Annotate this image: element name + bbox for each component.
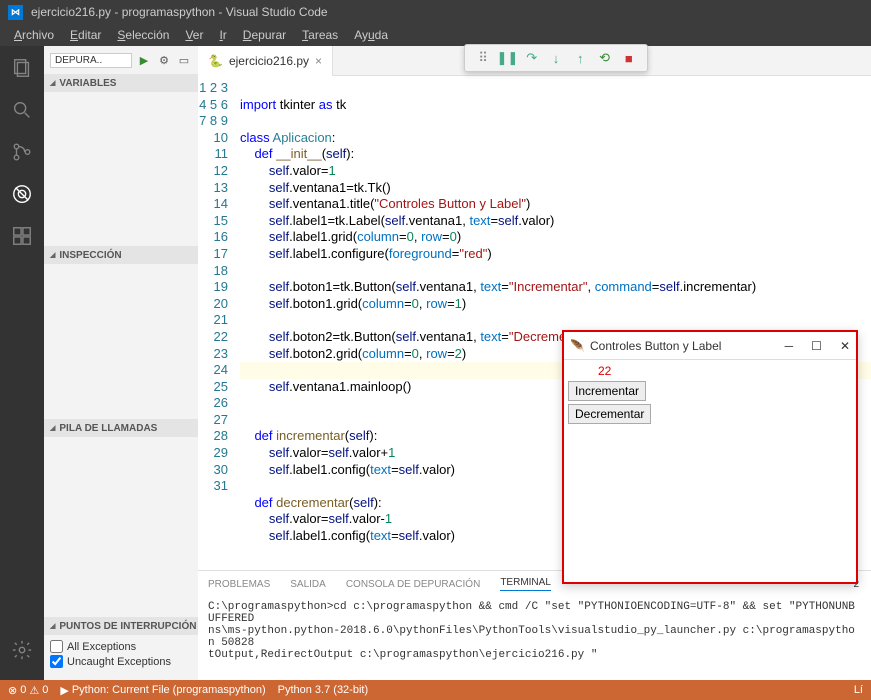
bp-all-exceptions[interactable]: All Exceptions [50,639,192,654]
settings-icon[interactable] [10,638,34,662]
bottom-panel: Problemas Salida Consola de depuración T… [198,570,871,680]
debug-sidebar: DEPURA.. ▶ ⚙ ▭ Variables Inspección Pila… [44,46,198,680]
maximize-icon[interactable]: ☐ [811,339,822,353]
status-bar: ⊗ 0 ⚠ 0 ▶ Python: Current File (programa… [0,680,871,700]
tk-increment-button[interactable]: Incrementar [568,381,646,401]
status-debug-config[interactable]: ▶ Python: Current File (programaspython) [60,684,265,697]
panel-tab-debug-console[interactable]: Consola de depuración [346,579,480,590]
restart-icon[interactable]: ⟲ [596,49,614,67]
tab-ejercicio216[interactable]: 🐍 ejercicio216.py × [198,46,333,76]
drag-handle-icon[interactable]: ⠿ [474,49,492,67]
bp-uncaught-exceptions[interactable]: Uncaught Exceptions [50,654,192,669]
step-over-icon[interactable]: ↷ [523,49,541,67]
section-inspection[interactable]: Inspección [44,246,198,264]
minimize-icon[interactable]: ─ [785,339,794,353]
explorer-icon[interactable] [10,56,34,80]
status-python[interactable]: Python 3.7 (32-bit) [278,684,369,696]
debug-toolbar: ⠿ ❚❚ ↷ ↓ ↑ ⟲ ■ [464,44,648,72]
close-icon[interactable]: ✕ [840,339,850,353]
debug-icon[interactable] [10,182,34,206]
debug-config-dropdown[interactable]: DEPURA.. [50,53,132,68]
section-breakpoints[interactable]: Puntos de interrupción [44,617,198,635]
panel-tab-problems[interactable]: Problemas [208,579,270,590]
tab-label: ejercicio216.py [229,54,309,68]
menu-ayuda[interactable]: Ayuda [346,28,396,42]
vscode-logo-icon: ⋈ [8,5,23,20]
tk-decrement-button[interactable]: Decrementar [568,404,651,424]
activity-bar [0,46,44,680]
status-errors[interactable]: ⊗ 0 ⚠ 0 [8,684,48,697]
step-into-icon[interactable]: ↓ [547,49,565,67]
panel-tab-output[interactable]: Salida [290,579,326,590]
title-bar: ⋈ ejercicio216.py - programaspython - Vi… [0,0,871,24]
tk-value-label: 22 [568,364,852,381]
menu-ir[interactable]: Ir [211,28,234,42]
pause-icon[interactable]: ❚❚ [498,49,516,67]
search-icon[interactable] [10,98,34,122]
menu-editar[interactable]: Editar [62,28,109,42]
debug-settings-icon[interactable]: ⚙ [156,52,172,68]
stop-icon[interactable]: ■ [620,49,638,67]
bp-uncaught-checkbox[interactable] [50,655,63,668]
tk-titlebar[interactable]: 🪶 Controles Button y Label ─ ☐ ✕ [564,332,856,360]
line-gutter: 1 2 3 4 5 6 7 8 9 10 11 12 13 14 15 16 1… [198,76,240,570]
tk-title-text: Controles Button y Label [590,339,721,353]
feather-icon: 🪶 [570,339,584,353]
extensions-icon[interactable] [10,224,34,248]
status-line-col[interactable]: Lí [854,684,863,696]
section-callstack[interactable]: Pila de llamadas [44,419,198,437]
menu-depurar[interactable]: Depurar [235,28,294,42]
window-title: ejercicio216.py - programaspython - Visu… [31,5,328,19]
menu-seleccion[interactable]: Selección [109,28,177,42]
python-file-icon: 🐍 [208,54,223,68]
debug-console-icon[interactable]: ▭ [176,52,192,68]
section-variables[interactable]: Variables [44,74,198,92]
menu-archivo[interactable]: Archivo [6,28,62,42]
panel-tab-terminal[interactable]: Terminal [500,577,551,591]
menu-bar: Archivo Editar Selección Ver Ir Depurar … [0,24,871,46]
source-control-icon[interactable] [10,140,34,164]
terminal-content[interactable]: C:\programaspython>cd c:\programaspython… [198,597,871,680]
menu-tareas[interactable]: Tareas [294,28,346,42]
step-out-icon[interactable]: ↑ [571,49,589,67]
close-tab-icon[interactable]: × [315,54,322,68]
tkinter-window: 🪶 Controles Button y Label ─ ☐ ✕ 22 Incr… [562,330,858,584]
menu-ver[interactable]: Ver [177,28,211,42]
bp-all-checkbox[interactable] [50,640,63,653]
start-debug-button[interactable]: ▶ [136,52,152,68]
